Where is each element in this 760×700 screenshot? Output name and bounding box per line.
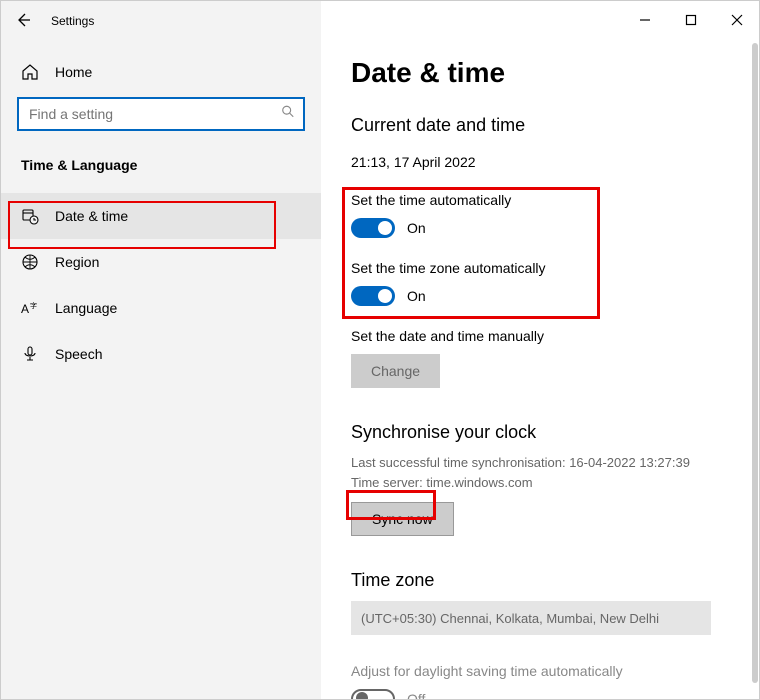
calendar-clock-icon <box>21 207 39 225</box>
toggle-auto-time[interactable] <box>351 218 395 238</box>
search-input[interactable] <box>17 97 305 131</box>
toggle-auto-timezone-state: On <box>407 288 426 304</box>
timezone-value: (UTC+05:30) Chennai, Kolkata, Mumbai, Ne… <box>361 611 659 626</box>
sidebar-item-language[interactable]: A字 Language <box>1 285 321 331</box>
sidebar-home[interactable]: Home <box>1 63 321 81</box>
scrollbar-vertical[interactable] <box>752 43 758 683</box>
section-current-datetime-title: Current date and time <box>351 115 729 136</box>
globe-icon <box>21 253 39 271</box>
sidebar-item-label: Language <box>55 300 117 316</box>
sidebar-item-region[interactable]: Region <box>1 239 321 285</box>
toggle-dst-state: Off <box>407 691 425 699</box>
window-title: Settings <box>51 14 94 28</box>
sidebar-item-label: Region <box>55 254 99 270</box>
label-dst: Adjust for daylight saving time automati… <box>351 663 729 679</box>
toggle-dst[interactable] <box>351 689 395 699</box>
sync-last-info: Last successful time synchronisation: 16… <box>351 453 729 473</box>
toggle-auto-timezone[interactable] <box>351 286 395 306</box>
sidebar-home-label: Home <box>55 64 92 80</box>
label-manual-datetime: Set the date and time manually <box>351 328 729 344</box>
microphone-icon <box>21 345 39 363</box>
sidebar-category: Time & Language <box>1 157 321 185</box>
svg-text:字: 字 <box>30 301 37 310</box>
maximize-button[interactable] <box>668 0 714 40</box>
section-timezone-title: Time zone <box>351 570 729 591</box>
page-title: Date & time <box>351 57 729 89</box>
sidebar-item-label: Speech <box>55 346 102 362</box>
back-arrow-icon[interactable] <box>15 12 33 30</box>
current-datetime-value: 21:13, 17 April 2022 <box>351 154 729 170</box>
sidebar-item-label: Date & time <box>55 208 128 224</box>
home-icon <box>21 63 39 81</box>
minimize-button[interactable] <box>622 0 668 40</box>
change-button[interactable]: Change <box>351 354 440 388</box>
label-auto-timezone: Set the time zone automatically <box>351 260 729 276</box>
close-button[interactable] <box>714 0 760 40</box>
timezone-select[interactable]: (UTC+05:30) Chennai, Kolkata, Mumbai, Ne… <box>351 601 711 635</box>
sync-server-info: Time server: time.windows.com <box>351 473 729 493</box>
language-a-icon: A字 <box>21 299 39 317</box>
sidebar-item-date-time[interactable]: Date & time <box>1 193 321 239</box>
sync-now-button[interactable]: Sync now <box>351 502 454 536</box>
svg-text:A: A <box>21 302 29 316</box>
toggle-auto-time-state: On <box>407 220 426 236</box>
sidebar-item-speech[interactable]: Speech <box>1 331 321 377</box>
label-auto-time: Set the time automatically <box>351 192 729 208</box>
section-sync-title: Synchronise your clock <box>351 422 729 443</box>
